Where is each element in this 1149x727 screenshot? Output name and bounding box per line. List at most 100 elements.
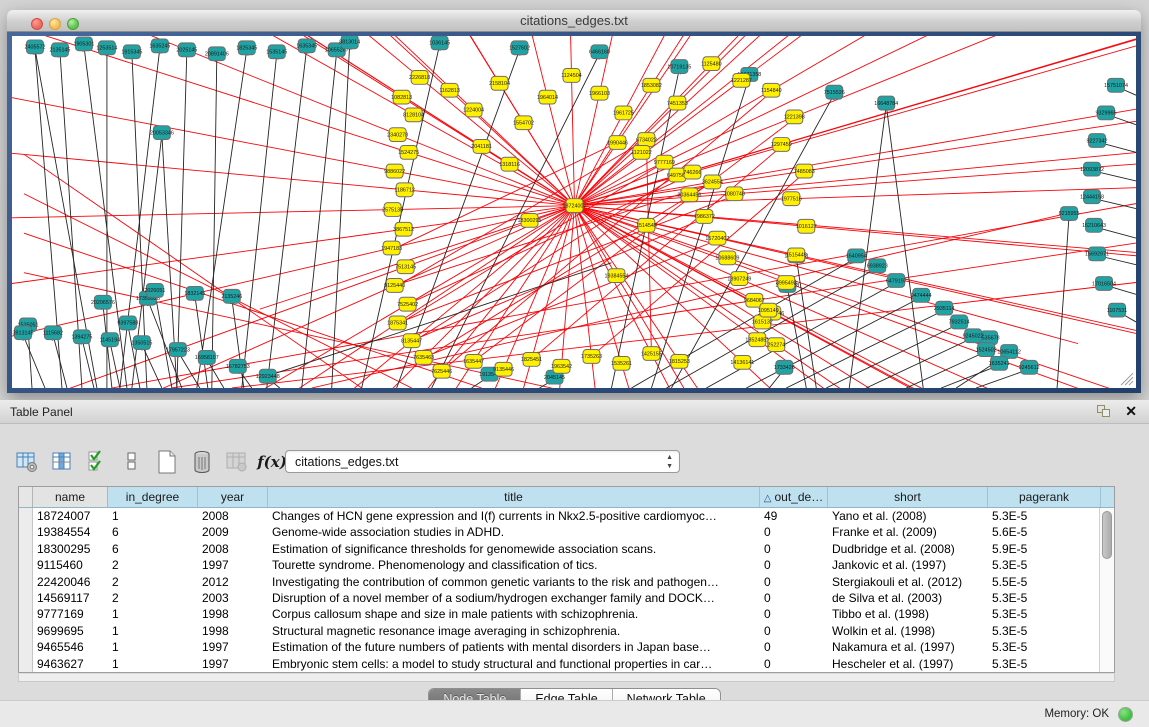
column-header-out-degree[interactable]: △out_de… — [760, 487, 828, 507]
graph-node[interactable]: 1221287 — [731, 73, 752, 87]
delete-table-icon[interactable] — [189, 449, 215, 475]
graph-node[interactable]: 15751074 — [1104, 78, 1128, 92]
graph-node[interactable]: 7451353 — [667, 96, 688, 110]
graph-node[interactable]: 746266 — [683, 165, 701, 179]
select-columns-icon[interactable] — [49, 449, 75, 475]
graph-node[interactable]: 6734022 — [636, 133, 657, 147]
graph-node[interactable]: 2158104 — [489, 76, 510, 90]
table-horizontal-scrollbar[interactable] — [18, 674, 1115, 682]
table-settings-icon[interactable] — [14, 449, 40, 475]
graph-node[interactable]: 1964014 — [537, 90, 558, 104]
graph-node[interactable]: 1394275 — [71, 330, 92, 344]
graph-node[interactable]: 1963542 — [551, 359, 572, 373]
graph-node[interactable]: 1095149 — [758, 303, 779, 317]
graph-node[interactable]: 9474444 — [911, 288, 932, 302]
graph-node[interactable]: 1635245 — [149, 39, 170, 53]
graph-node[interactable]: 17957223 — [166, 343, 190, 357]
graph-node[interactable]: 7515526 — [824, 85, 845, 99]
graph-node[interactable]: 7932514 — [949, 315, 970, 329]
graph-node[interactable]: 2575135 — [382, 203, 403, 217]
graph-node[interactable]: 7635463 — [413, 351, 434, 365]
graph-node[interactable]: 1425155 — [641, 347, 662, 361]
graph-node[interactable]: 1966103 — [589, 86, 610, 100]
graph-node[interactable]: 8128104 — [403, 108, 424, 122]
graph-node[interactable]: 10688609 — [715, 251, 739, 265]
graph-node[interactable]: 1977516 — [781, 192, 802, 206]
graph-node[interactable]: 20053346 — [150, 126, 174, 140]
graph-node[interactable]: 9135446 — [493, 362, 514, 376]
graph-node[interactable]: 16958107 — [195, 351, 219, 365]
graph-node[interactable]: 1915345 — [121, 45, 142, 59]
graph-node[interactable]: 10719135 — [667, 60, 691, 74]
graph-node[interactable]: 9397588 — [117, 316, 138, 330]
graph-node[interactable]: 2041181 — [471, 140, 492, 154]
graph-node[interactable]: 1832145 — [184, 286, 205, 300]
graph-node[interactable]: 9125440 — [384, 279, 405, 293]
graph-node[interactable]: 7986372 — [694, 210, 715, 224]
graph-node[interactable]: 1514545 — [636, 218, 657, 232]
graph-node[interactable]: 18300295 — [518, 213, 542, 227]
graph-node[interactable]: 1253514 — [96, 41, 117, 55]
graph-node[interactable]: 2026051 — [144, 283, 165, 297]
graph-node[interactable]: 1825345 — [236, 41, 257, 55]
graph-node[interactable]: 1554702 — [513, 116, 534, 130]
graph-node[interactable]: 8995493 — [776, 276, 797, 290]
table-row[interactable]: 969969511998Structural magnetic resonanc… — [19, 623, 1114, 639]
graph-node[interactable]: 6479197 — [886, 274, 907, 288]
graph-node[interactable]: 19384554 — [604, 269, 628, 283]
graph-node[interactable]: 15692971 — [1085, 247, 1109, 261]
graph-node[interactable]: 1080748 — [724, 187, 745, 201]
graph-node[interactable]: 16782753 — [226, 359, 250, 373]
graph-node[interactable]: 1036145 — [429, 36, 450, 50]
graph-node[interactable]: 1524275 — [398, 145, 419, 159]
table-row[interactable]: 1872400712008Changes of HCN gene express… — [19, 508, 1114, 524]
graph-node[interactable]: 3913145 — [13, 326, 34, 340]
graph-node[interactable]: 1735263 — [581, 350, 602, 364]
column-header-in-degree[interactable]: in_degree — [108, 487, 198, 507]
graph-node[interactable]: 17016504 — [1092, 277, 1116, 291]
graph-node[interactable]: 1635241 — [989, 356, 1010, 370]
graph-node[interactable]: 18724007 — [563, 199, 587, 213]
graph-node[interactable]: 1125480 — [701, 57, 722, 71]
graph-node[interactable]: 1297459 — [771, 138, 792, 152]
table-row[interactable]: 946362711997Embryonic stem cells: a mode… — [19, 656, 1114, 672]
function-builder-icon[interactable]: f(x) — [259, 449, 285, 475]
graph-node[interactable]: 2340278 — [387, 128, 408, 142]
graph-node[interactable]: 1947183 — [381, 241, 402, 255]
table-vertical-scrollbar[interactable] — [1099, 508, 1114, 672]
graph-node[interactable]: 1115682 — [43, 326, 63, 340]
graph-node[interactable]: 1016127 — [796, 219, 817, 233]
graph-node[interactable]: 12444158 — [1080, 190, 1104, 204]
graph-node[interactable]: 1535261 — [611, 356, 632, 370]
graph-node[interactable]: 1635447 — [463, 354, 484, 368]
graph-node[interactable]: 1154840 — [761, 83, 782, 97]
graph-node[interactable]: 7525402 — [397, 297, 418, 311]
scrollbar-thumb[interactable] — [1102, 511, 1112, 559]
graph-node[interactable]: 252274 — [767, 338, 785, 352]
table-row[interactable]: 2242004622012Investigating the contribut… — [19, 574, 1114, 590]
graph-node[interactable]: 16648784 — [874, 96, 898, 110]
graph-node[interactable]: 12093872 — [1080, 162, 1104, 176]
graph-node[interactable]: 1224004 — [463, 103, 484, 117]
graph-node[interactable]: 14136141 — [730, 355, 754, 369]
graph-node[interactable]: 1527602 — [509, 41, 530, 55]
graph-node[interactable]: 2405572 — [25, 40, 46, 54]
window-titlebar[interactable]: citations_edges.txt — [7, 10, 1141, 32]
graph-node[interactable]: 1318116 — [499, 157, 520, 171]
select-all-rows-icon[interactable] — [84, 449, 110, 475]
graph-node[interactable]: 1186712 — [394, 183, 415, 197]
graph-node[interactable]: 20206576 — [91, 295, 115, 309]
graph-node[interactable]: 1162813 — [439, 83, 460, 97]
graph-node[interactable]: 8135447 — [401, 334, 422, 348]
graph-node[interactable]: 1535145 — [266, 45, 287, 59]
graph-node[interactable]: 2226818 — [409, 71, 430, 85]
column-header-pagerank[interactable]: pagerank — [988, 487, 1101, 507]
column-header-year[interactable]: year — [198, 487, 268, 507]
graph-node[interactable]: 16210643 — [1082, 218, 1106, 232]
table-row[interactable]: 977716911998Corpus callosum shape and si… — [19, 606, 1114, 622]
memory-ok-indicator[interactable] — [1118, 707, 1133, 722]
graph-node[interactable]: 9245612 — [1019, 360, 1040, 374]
close-panel-icon[interactable]: ✕ — [1125, 403, 1137, 420]
column-header-name[interactable]: name — [33, 487, 108, 507]
graph-node[interactable]: 3624554 — [702, 175, 723, 189]
